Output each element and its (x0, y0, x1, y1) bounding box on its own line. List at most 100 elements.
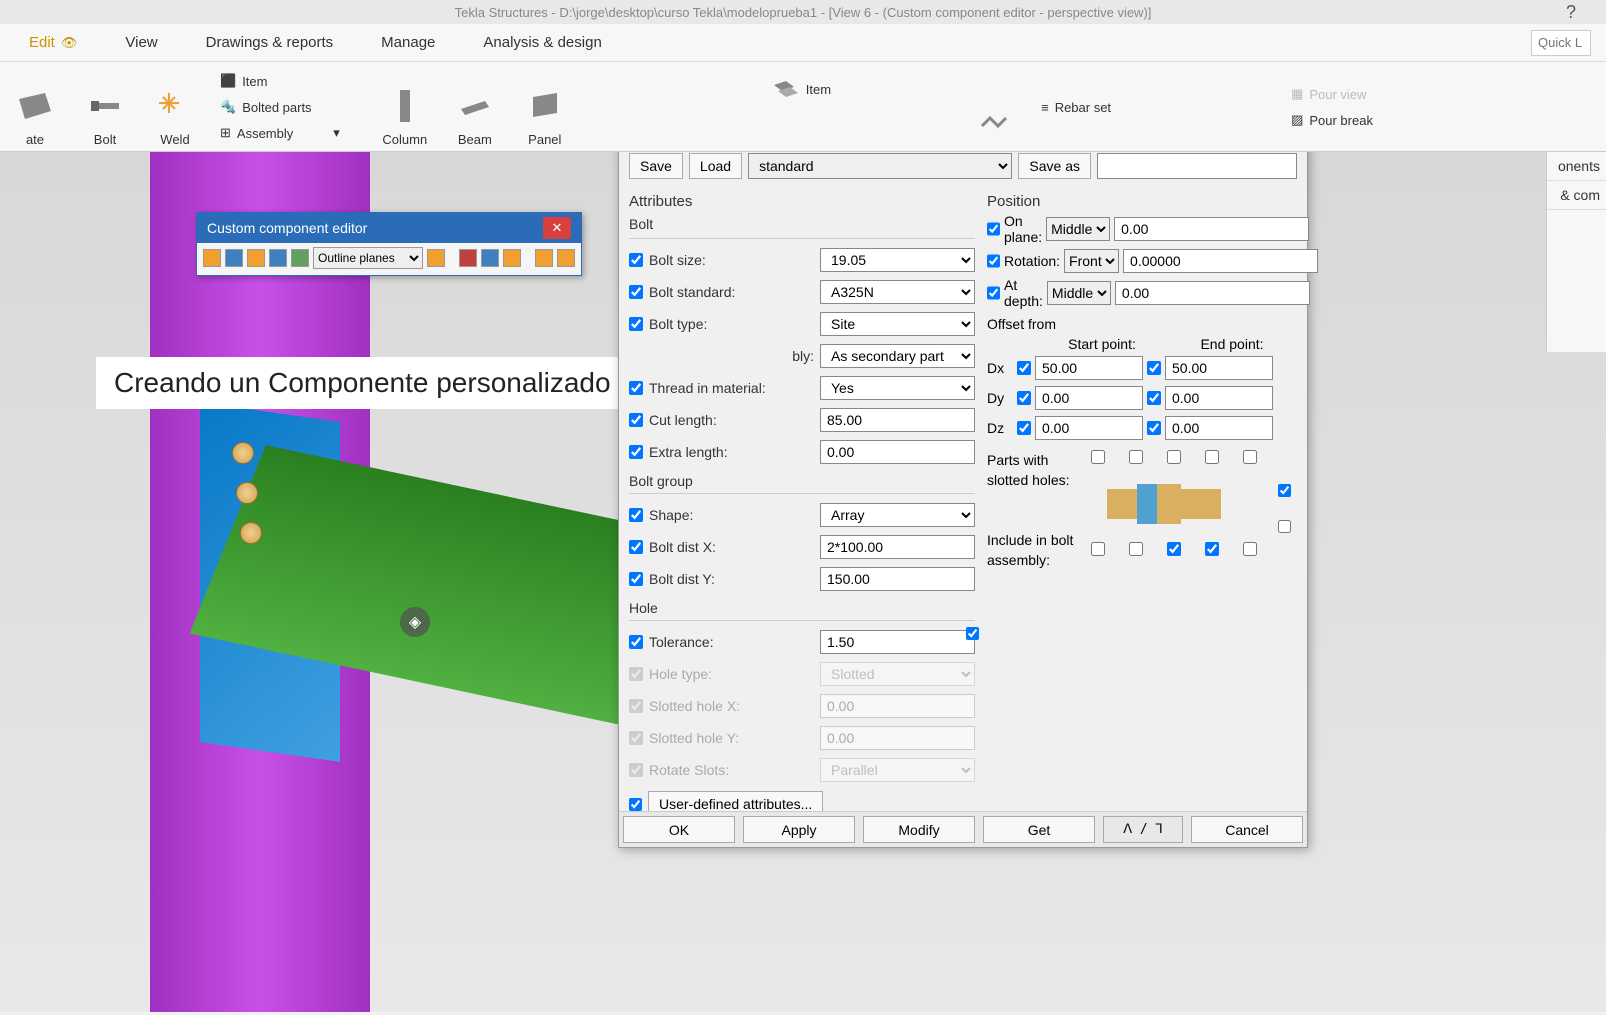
inc-p3[interactable] (1167, 542, 1181, 556)
dy-e-input[interactable] (1165, 386, 1273, 410)
menu-manage[interactable]: Manage (357, 26, 459, 59)
dist-y-input[interactable] (820, 567, 975, 591)
dz-s-check[interactable] (1017, 421, 1031, 435)
cce-tool-6[interactable] (427, 249, 445, 267)
modify-button[interactable]: Modify (863, 816, 975, 843)
preset-combo[interactable]: standard (748, 153, 1012, 179)
viewport[interactable]: ◈ onents & com Custom component editor ✕… (0, 152, 1606, 1012)
thread-select[interactable]: Yes (820, 376, 975, 400)
inc-p2[interactable] (1129, 542, 1143, 556)
inc-p4[interactable] (1205, 542, 1219, 556)
on-plane-check[interactable] (987, 222, 1000, 236)
panel-components[interactable]: onents (1547, 152, 1606, 181)
bolt-standard-check[interactable] (629, 285, 643, 299)
menu-drawings[interactable]: Drawings & reports (182, 26, 358, 59)
ribbon-weld[interactable]: Weld (140, 67, 210, 147)
ribbon-beam[interactable]: Beam (440, 67, 510, 147)
ribbon-rebar-tool[interactable] (961, 67, 1031, 147)
bolt-standard-select[interactable]: A325N (820, 280, 975, 304)
dz-e-check[interactable] (1147, 421, 1161, 435)
slot-p2[interactable] (1129, 450, 1143, 464)
rotation-check[interactable] (987, 254, 1000, 268)
dist-x-check[interactable] (629, 540, 643, 554)
at-depth-input[interactable] (1115, 281, 1310, 305)
dx-e-input[interactable] (1165, 356, 1273, 380)
slot-p3[interactable] (1167, 450, 1181, 464)
cce-tool-10[interactable] (535, 249, 553, 267)
bolt-size-select[interactable]: 19.05 (820, 248, 975, 272)
apply-button[interactable]: Apply (743, 816, 855, 843)
load-button[interactable]: Load (689, 153, 742, 179)
dist-y-check[interactable] (629, 572, 643, 586)
at-depth-select[interactable]: Middle (1047, 281, 1111, 305)
panel-comm[interactable]: & com (1547, 181, 1606, 210)
cut-length-input[interactable] (820, 408, 975, 432)
cancel-button[interactable]: Cancel (1191, 816, 1303, 843)
slot-p4[interactable] (1205, 450, 1219, 464)
inc-p1[interactable] (1091, 542, 1105, 556)
save-button[interactable]: Save (629, 153, 683, 179)
extra-length-input[interactable] (820, 440, 975, 464)
get-button[interactable]: Get (983, 816, 1095, 843)
on-plane-select[interactable]: Middle (1046, 217, 1110, 241)
tolerance-input[interactable] (820, 630, 975, 654)
ribbon-plate[interactable]: ate (0, 67, 70, 147)
ribbon-pour-break[interactable]: ▨Pour break (1281, 108, 1383, 132)
dz-s-input[interactable] (1035, 416, 1143, 440)
inc-p5[interactable] (1243, 542, 1257, 556)
quick-launch-input[interactable] (1531, 30, 1591, 56)
menu-view[interactable]: View (101, 26, 181, 59)
on-plane-input[interactable] (1114, 217, 1309, 241)
cut-length-check[interactable] (629, 413, 643, 427)
slot-p5[interactable] (1243, 450, 1257, 464)
shape-check[interactable] (629, 508, 643, 522)
dx-s-input[interactable] (1035, 356, 1143, 380)
slot-p1[interactable] (1091, 450, 1105, 464)
cce-tool-11[interactable] (557, 249, 575, 267)
ribbon-bolt[interactable]: Bolt (70, 67, 140, 147)
include-all[interactable] (1278, 520, 1291, 533)
ribbon-rebar-set[interactable]: ≡Rebar set (1031, 96, 1121, 119)
save-as-button[interactable]: Save as (1018, 153, 1091, 179)
at-depth-check[interactable] (987, 286, 1000, 300)
uda-check[interactable] (629, 798, 642, 811)
help-icon[interactable]: ? (1566, 2, 1576, 23)
rotation-input[interactable] (1123, 249, 1318, 273)
dx-s-check[interactable] (1017, 361, 1031, 375)
cce-tool-5[interactable] (291, 249, 309, 267)
bolt-type-select[interactable]: Site (820, 312, 975, 336)
cce-tool-3[interactable] (247, 249, 265, 267)
cce-tool-1[interactable] (203, 249, 221, 267)
filter-toggle[interactable]: ꓥ / ꓶ (1103, 816, 1183, 843)
dz-e-input[interactable] (1165, 416, 1273, 440)
view-cube-icon[interactable]: ◈ (400, 607, 430, 637)
dist-x-input[interactable] (820, 535, 975, 559)
rotation-select[interactable]: Front (1064, 249, 1119, 273)
dy-s-check[interactable] (1017, 391, 1031, 405)
dx-e-check[interactable] (1147, 361, 1161, 375)
dy-e-check[interactable] (1147, 391, 1161, 405)
ribbon-item[interactable]: ⬛Item (210, 69, 350, 93)
menu-analysis[interactable]: Analysis & design (459, 26, 625, 59)
ribbon-item2[interactable]: Item (760, 73, 841, 105)
shape-select[interactable]: Array (820, 503, 975, 527)
ribbon-assembly[interactable]: ⊞Assembly▾ (210, 121, 350, 145)
ribbon-panel[interactable]: Panel (510, 67, 580, 147)
cce-tool-4[interactable] (269, 249, 287, 267)
cce-outline-select[interactable]: Outline planes (313, 247, 423, 269)
menu-edit[interactable]: Edit (5, 26, 101, 59)
ok-button[interactable]: OK (623, 816, 735, 843)
cce-tool-2[interactable] (225, 249, 243, 267)
hole-master-check[interactable] (966, 627, 979, 640)
ribbon-column[interactable]: Column (370, 67, 440, 147)
assembly-select[interactable]: As secondary part (820, 344, 975, 368)
tolerance-check[interactable] (629, 635, 643, 649)
save-as-input[interactable] (1097, 153, 1297, 179)
dy-s-input[interactable] (1035, 386, 1143, 410)
bolt-type-check[interactable] (629, 317, 643, 331)
cce-title-bar[interactable]: Custom component editor ✕ (197, 213, 581, 243)
cce-tool-7[interactable] (459, 249, 477, 267)
cce-tool-9[interactable] (503, 249, 521, 267)
close-icon[interactable]: ✕ (543, 217, 571, 239)
slot-all[interactable] (1278, 484, 1291, 497)
